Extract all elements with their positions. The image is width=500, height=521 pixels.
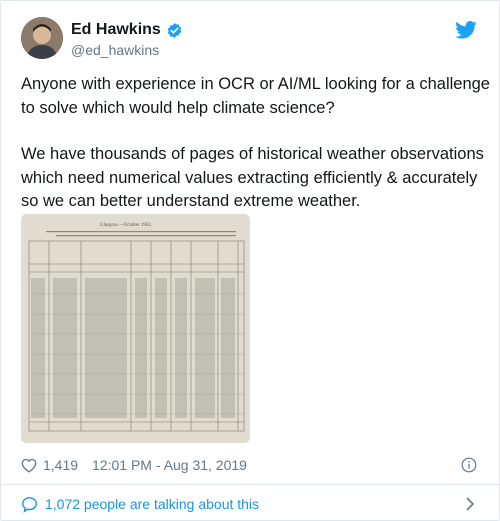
tweet-photo[interactable]: Glasgow.—October 1902. [21, 214, 250, 443]
discussion-link[interactable]: 1,072 people are talking about this [21, 494, 479, 514]
tweet-paragraph: We have thousands of pages of historical… [21, 145, 484, 210]
tweet-meta: 1,419 12:01 PM - Aug 31, 2019 [21, 455, 479, 475]
like-button[interactable]: 1,419 [21, 457, 78, 473]
weather-ledger-image: Glasgow.—October 1902. [21, 214, 250, 443]
info-icon[interactable] [461, 457, 477, 473]
verified-badge-icon [167, 22, 181, 38]
media-heading: Glasgow.—October 1902. [100, 223, 152, 228]
tweet-text: Anyone with experience in OCR or AI/ML l… [21, 73, 491, 214]
twitter-bird-icon[interactable] [455, 21, 477, 39]
like-count: 1,419 [43, 457, 79, 473]
tweet-paragraph: Anyone with experience in OCR or AI/ML l… [21, 75, 490, 117]
comment-bubble-icon [22, 496, 37, 513]
discussion-label[interactable]: 1,072 people are talking about this [45, 496, 259, 512]
author-name[interactable]: Ed Hawkins [71, 21, 161, 39]
chevron-right-icon[interactable] [466, 497, 475, 511]
divider [1, 484, 499, 485]
author-handle[interactable]: @ed_hawkins [71, 42, 159, 58]
author-name-row[interactable]: Ed Hawkins [71, 21, 183, 39]
tweet-timestamp[interactable]: 12:01 PM - Aug 31, 2019 [92, 457, 247, 473]
tweet-card[interactable]: Ed Hawkins @ed_hawkins Anyone with exper… [0, 0, 500, 521]
heart-icon [21, 458, 37, 473]
avatar[interactable] [21, 17, 63, 59]
